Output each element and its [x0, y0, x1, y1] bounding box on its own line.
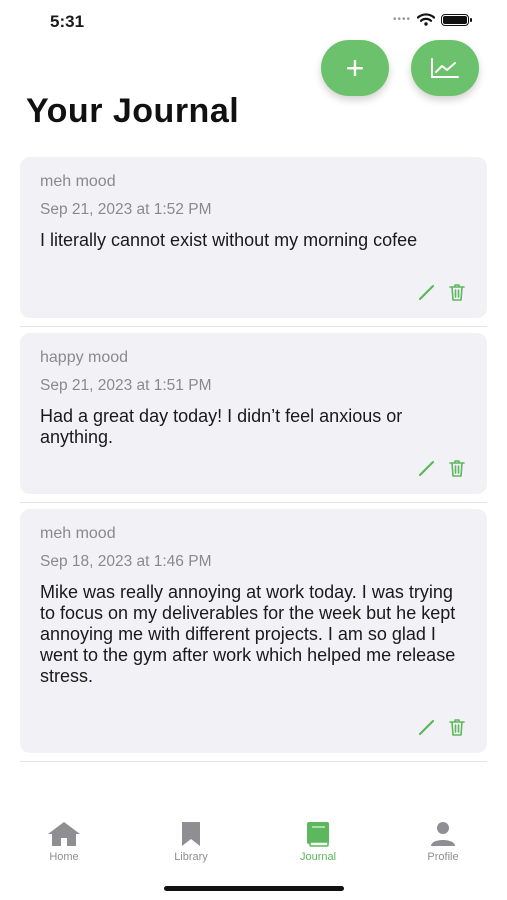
tab-label: Profile [427, 851, 459, 863]
journal-entry-card[interactable]: meh mood Sep 21, 2023 at 1:52 PM I liter… [20, 157, 487, 318]
entry-date: Sep 21, 2023 at 1:52 PM [40, 201, 212, 218]
edit-entry-button[interactable] [417, 717, 437, 737]
book-icon [307, 822, 329, 847]
tab-label: Journal [299, 851, 337, 863]
status-time: 5:31 [50, 12, 85, 31]
person-icon [431, 822, 455, 846]
trash-icon [449, 719, 465, 736]
line-chart-icon [431, 58, 459, 78]
journal-entry-card[interactable]: happy mood Sep 21, 2023 at 1:51 PM Had a… [20, 333, 487, 494]
signal-dots-icon: •••• [392, 14, 411, 25]
entry-mood: happy mood [40, 349, 129, 366]
pencil-icon [418, 284, 435, 301]
entry-divider [20, 502, 487, 503]
trash-icon [449, 460, 465, 477]
add-entry-button[interactable]: + [321, 40, 389, 96]
journal-entry-card[interactable]: meh mood Sep 18, 2023 at 1:46 PM Mike wa… [20, 509, 487, 753]
entry-text: I literally cannot exist without my morn… [40, 230, 418, 250]
entry-text: Mike was really annoying at work today. … [40, 582, 456, 686]
delete-entry-button[interactable] [447, 282, 467, 302]
entry-mood: meh mood [40, 525, 116, 542]
plus-icon: + [345, 50, 365, 86]
tab-label: Library [174, 851, 208, 863]
page-title: Your Journal [26, 92, 240, 130]
tab-profile[interactable]: Profile [403, 820, 483, 863]
entry-divider [20, 326, 487, 327]
tab-home[interactable]: Home [24, 820, 104, 863]
tab-library[interactable]: Library [151, 820, 231, 863]
edit-entry-button[interactable] [417, 458, 437, 478]
wifi-icon [417, 13, 435, 26]
trash-icon [449, 284, 465, 301]
tab-label: Home [49, 851, 79, 863]
home-indicator [164, 886, 344, 891]
home-icon [48, 822, 80, 846]
edit-entry-button[interactable] [417, 282, 437, 302]
pencil-icon [418, 460, 435, 477]
journal-entry-list: meh mood Sep 21, 2023 at 1:52 PM I liter… [20, 157, 487, 768]
status-icons: •••• [392, 13, 472, 26]
bookmark-icon [182, 822, 200, 846]
entry-divider [20, 761, 487, 762]
entry-actions [417, 458, 467, 478]
status-bar: 5:31 •••• [0, 0, 507, 44]
pencil-icon [418, 719, 435, 736]
tab-journal[interactable]: Journal [278, 820, 358, 863]
tab-bar: Home Library Journal Profile [0, 810, 507, 870]
mood-chart-button[interactable] [411, 40, 479, 96]
delete-entry-button[interactable] [447, 458, 467, 478]
entry-date: Sep 21, 2023 at 1:51 PM [40, 377, 212, 394]
entry-actions [417, 717, 467, 737]
entry-actions [417, 282, 467, 302]
delete-entry-button[interactable] [447, 717, 467, 737]
entry-date: Sep 18, 2023 at 1:46 PM [40, 553, 212, 570]
entry-text: Had a great day today! I didn’t feel anx… [40, 406, 403, 447]
battery-icon [441, 13, 472, 26]
entry-mood: meh mood [40, 173, 116, 190]
